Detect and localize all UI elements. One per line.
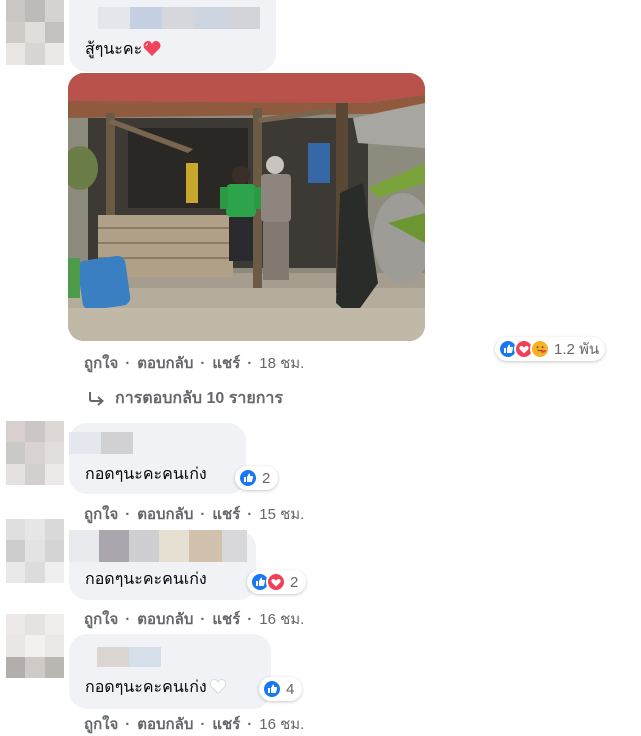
reaction-badge[interactable]: 2 [235,466,279,490]
comment-photo[interactable] [68,73,425,341]
reaction-count: 1.2 พัน [554,341,600,358]
white-heart-emoji-icon [209,678,227,701]
separator: · [200,505,206,523]
share-link[interactable]: แชร์ [212,351,240,375]
separator: · [247,505,253,523]
timestamp[interactable]: 15 ชม. [259,502,304,526]
reaction-count: 2 [290,573,299,591]
like-icon [238,468,258,488]
separator: · [125,610,131,628]
comment-text: สู้ๆนะคะ [85,40,161,63]
like-link[interactable]: ถูกใจ [84,607,118,631]
avatar[interactable] [6,421,64,485]
reaction-count: 4 [286,680,295,698]
reaction-badge[interactable]: 4 [259,677,303,701]
like-icon [262,679,282,699]
commenter-name[interactable] [97,647,161,667]
love-icon [266,572,286,592]
timestamp[interactable]: 18 ชม. [259,351,304,375]
comment-text: กอดๆนะคะคนเก่ง [85,466,207,483]
reaction-count: 2 [262,469,271,487]
separator: · [200,610,206,628]
replies-label: การตอบกลับ 10 รายการ [115,390,283,407]
like-link[interactable]: ถูกใจ [84,712,118,736]
avatar[interactable] [6,614,64,678]
avatar[interactable] [6,519,64,583]
reply-link[interactable]: ตอบกลับ [137,712,193,736]
share-link[interactable]: แชร์ [212,502,240,526]
separator: · [125,354,131,372]
reaction-badge[interactable]: 1.2 พัน [495,337,606,361]
heart-emoji-icon [143,40,161,63]
reply-link[interactable]: ตอบกลับ [137,502,193,526]
like-link[interactable]: ถูกใจ [84,351,118,375]
comment-actions: ถูกใจ · ตอบกลับ · แชร์ · 18 ชม. [84,351,304,375]
separator: · [125,505,131,523]
separator: · [247,354,253,372]
like-link[interactable]: ถูกใจ [84,502,118,526]
reply-link[interactable]: ตอบกลับ [137,607,193,631]
separator: · [247,610,253,628]
commenter-name[interactable] [69,432,133,454]
avatar[interactable] [6,0,64,65]
timestamp[interactable]: 16 ชม. [259,712,304,736]
timestamp[interactable]: 16 ชม. [259,607,304,631]
comment-text: กอดๆนะคะคนเก่ง [85,678,227,701]
comment-text: กอดๆนะคะคนเก่ง [85,571,207,588]
separator: · [247,715,253,733]
comment-actions: ถูกใจ · ตอบกลับ · แชร์ · 16 ชม. [84,712,304,736]
separator: · [200,354,206,372]
commenter-name[interactable] [69,530,247,562]
separator: · [125,715,131,733]
share-link[interactable]: แชร์ [212,607,240,631]
reply-link[interactable]: ตอบกลับ [137,351,193,375]
comment-actions: ถูกใจ · ตอบกลับ · แชร์ · 15 ชม. [84,502,304,526]
view-replies-link[interactable]: การตอบกลับ 10 รายการ [88,386,283,411]
reaction-badge[interactable]: 2 [247,570,307,594]
commenter-name[interactable] [98,7,260,29]
separator: · [200,715,206,733]
comment-actions: ถูกใจ · ตอบกลับ · แชร์ · 16 ชม. [84,607,304,631]
reply-arrow-icon [88,391,106,407]
share-link[interactable]: แชร์ [212,712,240,736]
care-icon [530,339,550,359]
